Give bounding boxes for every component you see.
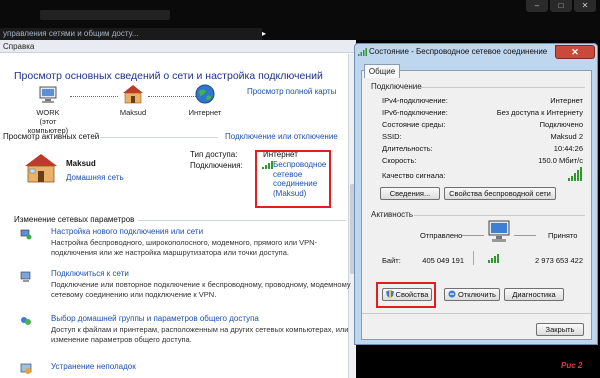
dialog-body: Подключение IPv4-подключение: Интернет I… bbox=[361, 70, 592, 340]
active-networks-header: Просмотр активных сетей bbox=[3, 132, 100, 141]
map-computer[interactable] bbox=[28, 86, 68, 106]
divider bbox=[514, 235, 536, 236]
computer-icon bbox=[39, 86, 57, 103]
new-connection-icon bbox=[20, 229, 32, 240]
change-settings-header: Изменение сетевых параметров bbox=[14, 215, 135, 224]
duration-label: Длительность: bbox=[382, 144, 433, 153]
disconnect-button[interactable]: Отключить bbox=[444, 288, 500, 301]
dialog-title: Состояние - Беспроводное сетевое соедине… bbox=[369, 47, 548, 56]
task-description: Доступ к файлам и принтерам, расположенн… bbox=[51, 325, 349, 344]
menu-help[interactable]: Справка bbox=[3, 42, 34, 51]
page-title: Просмотр основных сведений о сети и наст… bbox=[14, 70, 323, 82]
divider bbox=[138, 220, 346, 221]
bytes-label: Байт: bbox=[382, 256, 401, 265]
divider bbox=[462, 235, 484, 236]
wifi-signal-icon bbox=[262, 161, 273, 169]
bytes-sent-value: 405 049 191 bbox=[422, 256, 464, 265]
house-large-icon bbox=[25, 154, 57, 183]
task-troubleshoot[interactable]: Устранение неполадок bbox=[20, 362, 350, 376]
shield-icon bbox=[385, 290, 394, 298]
media-state-label: Состояние среды: bbox=[382, 120, 446, 129]
divider bbox=[414, 215, 585, 216]
received-label: Принято bbox=[548, 231, 578, 240]
map-line-2 bbox=[148, 96, 196, 97]
status-dialog: Состояние - Беспроводное сетевое соедине… bbox=[354, 43, 598, 345]
connect-disconnect-link[interactable]: Подключение или отключение bbox=[225, 132, 338, 141]
divider bbox=[100, 137, 218, 138]
ipv4-label: IPv4-подключение: bbox=[382, 96, 448, 105]
ssid-label: SSID: bbox=[382, 132, 402, 141]
task-description: Подключение или повторное подключение к … bbox=[51, 280, 351, 299]
task-connect[interactable]: Подключиться к сети Подключение или повт… bbox=[20, 269, 351, 307]
duration-value: 10:44:26 bbox=[553, 144, 583, 153]
ipv6-value: Без доступа к Интернету bbox=[496, 108, 583, 117]
details-button[interactable]: Сведения... bbox=[380, 187, 440, 200]
maximize-button[interactable]: □ bbox=[550, 0, 572, 12]
address-arrow-icon[interactable]: ▸ bbox=[262, 29, 266, 38]
access-type-label: Тип доступа: bbox=[190, 150, 238, 159]
network-type-link[interactable]: Домашняя сеть bbox=[66, 173, 124, 182]
map-computer-label: WORK (этот компьютер) bbox=[27, 108, 69, 135]
network-house bbox=[24, 153, 58, 185]
figure-caption: Рис 2 bbox=[561, 361, 583, 370]
sent-label: Отправлено bbox=[420, 231, 463, 240]
window-top-strip: – □ ✕ управления сетями и общим досту...… bbox=[0, 0, 600, 40]
task-new-connection[interactable]: Настройка нового подключения или сети На… bbox=[20, 227, 350, 265]
dialog-close-button[interactable]: ✕ bbox=[555, 45, 595, 59]
house-icon bbox=[123, 85, 143, 104]
activity-signal-icon bbox=[488, 254, 499, 263]
divider bbox=[473, 251, 474, 265]
map-internet-label: Интернет bbox=[188, 108, 222, 117]
properties-button[interactable]: Свойства bbox=[382, 288, 432, 301]
map-line-1 bbox=[70, 96, 118, 97]
divider bbox=[420, 87, 585, 88]
signal-quality-icon bbox=[568, 167, 582, 181]
map-network-label: Maksud bbox=[119, 108, 147, 117]
tab-general[interactable]: Общие bbox=[364, 64, 400, 78]
task-description: Настройка беспроводного, широкополосного… bbox=[51, 238, 318, 257]
disconnect-icon bbox=[448, 290, 456, 298]
wireless-properties-button[interactable]: Свойства беспроводной сети bbox=[444, 187, 556, 200]
window-controls: – □ ✕ bbox=[526, 0, 596, 12]
bytes-received-value: 2 973 653 422 bbox=[535, 256, 583, 265]
task-title[interactable]: Подключиться к сети bbox=[51, 269, 129, 278]
map-network[interactable] bbox=[118, 84, 148, 106]
speed-value: 150.0 Мбит/с bbox=[538, 156, 583, 165]
wireless-connection-link[interactable]: Беспроводное сетевое соединение (Maksud) bbox=[273, 160, 326, 198]
ssid-value: Maksud 2 bbox=[550, 132, 583, 141]
ipv4-value: Интернет bbox=[550, 96, 583, 105]
troubleshoot-icon bbox=[20, 363, 32, 374]
task-title[interactable]: Настройка нового подключения или сети bbox=[51, 227, 203, 236]
minimize-button[interactable]: – bbox=[526, 0, 548, 12]
task-title[interactable]: Устранение неполадок bbox=[51, 362, 136, 371]
connections-label: Подключения: bbox=[190, 161, 243, 170]
homegroup-icon bbox=[21, 317, 31, 325]
task-title[interactable]: Выбор домашней группы и параметров общег… bbox=[51, 314, 259, 323]
ipv6-label: IPv6-подключение: bbox=[382, 108, 448, 117]
connect-icon bbox=[20, 271, 31, 282]
network-center-window: Справка Просмотр основных сведений о сет… bbox=[0, 40, 356, 378]
signal-quality-label: Качество сигнала: bbox=[382, 171, 446, 180]
network-activity-icon bbox=[488, 220, 510, 242]
menu-bar: Справка bbox=[0, 40, 356, 53]
map-internet[interactable] bbox=[194, 84, 216, 106]
close-button[interactable]: Закрыть bbox=[536, 323, 584, 336]
globe-icon bbox=[195, 84, 215, 104]
speed-label: Скорость: bbox=[382, 156, 417, 165]
diagnostics-button[interactable]: Диагностика bbox=[504, 288, 564, 301]
wifi-small-icon bbox=[358, 48, 367, 56]
divider bbox=[362, 313, 591, 314]
address-bar[interactable]: управления сетями и общим досту... bbox=[0, 28, 262, 40]
blurred-tab bbox=[40, 10, 170, 20]
connection-group-title: Подключение bbox=[371, 82, 422, 91]
task-homegroup[interactable]: Выбор домашней группы и параметров общег… bbox=[20, 314, 350, 352]
full-map-link[interactable]: Просмотр полной карты bbox=[247, 87, 336, 96]
media-state-value: Подключено bbox=[539, 120, 583, 129]
close-window-button[interactable]: ✕ bbox=[574, 0, 596, 12]
network-name: Maksud bbox=[66, 159, 96, 168]
activity-group-title: Активность bbox=[371, 210, 414, 219]
